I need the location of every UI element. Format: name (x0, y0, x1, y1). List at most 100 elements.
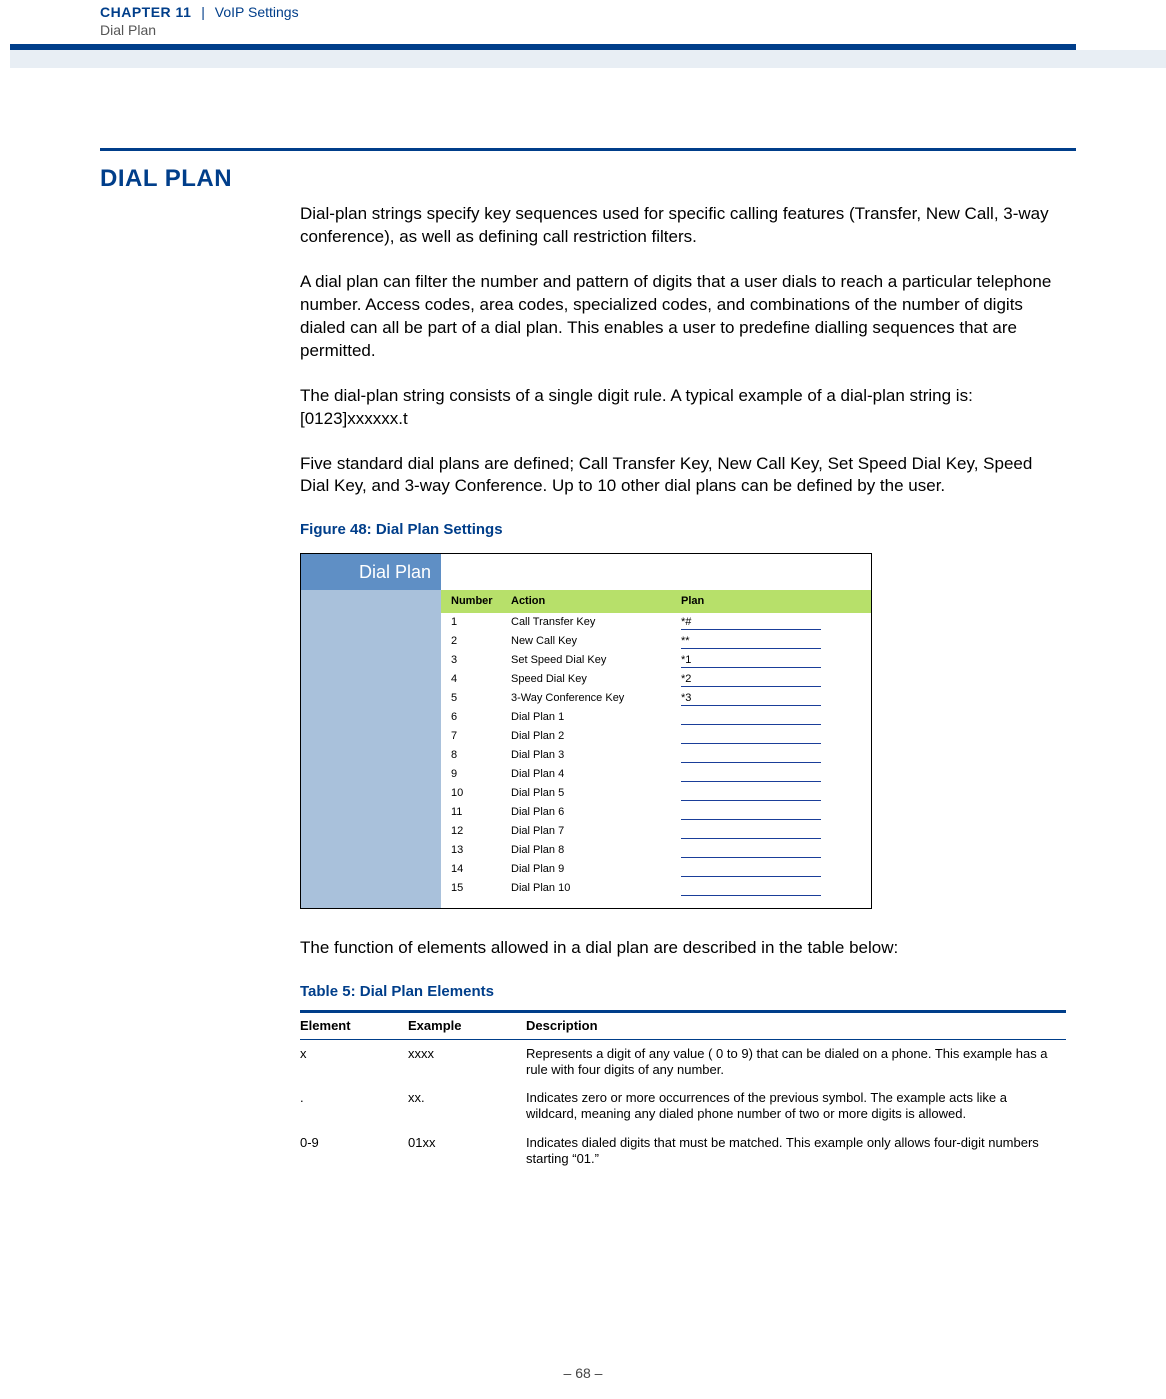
row-action: Dial Plan 1 (511, 710, 681, 725)
row-action: Call Transfer Key (511, 615, 681, 630)
dial-plan-row: 12Dial Plan 7 (441, 822, 871, 841)
dial-plan-row: 1Call Transfer Key (441, 613, 871, 632)
plan-input[interactable] (681, 634, 821, 649)
plan-input[interactable] (681, 805, 821, 820)
header-separator: | (195, 4, 211, 20)
row-plan-cell (681, 729, 871, 744)
row-action: Dial Plan 3 (511, 748, 681, 763)
dial-plan-row: 6Dial Plan 1 (441, 708, 871, 727)
row-number: 1 (441, 615, 511, 630)
dial-plan-row: 2New Call Key (441, 632, 871, 651)
row-number: 6 (441, 710, 511, 725)
col-header-action: Action (511, 594, 681, 609)
col-header-plan: Plan (681, 594, 871, 609)
row-plan-cell (681, 691, 871, 706)
dial-plan-row: 14Dial Plan 9 (441, 860, 871, 879)
dial-plan-row: 13Dial Plan 8 (441, 841, 871, 860)
table-row: xxxxxRepresents a digit of any value ( 0… (300, 1039, 1066, 1084)
dial-plan-row: 53-Way Conference Key (441, 689, 871, 708)
dial-plan-screenshot: Dial Plan Number Action Plan 1Call Trans… (300, 553, 872, 909)
section-rule (100, 148, 1076, 151)
table-row: 0-901xxIndicates dialed digits that must… (300, 1129, 1066, 1174)
col-header-example: Example (408, 1011, 526, 1039)
chapter-label: CHAPTER 11 (100, 4, 191, 20)
row-plan-cell (681, 672, 871, 687)
cell-description: Represents a digit of any value ( 0 to 9… (526, 1039, 1066, 1084)
paragraph-2: A dial plan can filter the number and pa… (300, 271, 1066, 363)
col-header-description: Description (526, 1011, 1066, 1039)
paragraph-3: The dial-plan string consists of a singl… (300, 385, 1066, 431)
dial-plan-row: 3Set Speed Dial Key (441, 651, 871, 670)
plan-input[interactable] (681, 748, 821, 763)
row-number: 5 (441, 691, 511, 706)
cell-description: Indicates dialed digits that must be mat… (526, 1129, 1066, 1174)
chapter-subsection: Dial Plan (100, 20, 1166, 38)
plan-input[interactable] (681, 691, 821, 706)
paragraph-5: The function of elements allowed in a di… (300, 937, 1066, 960)
paragraph-4: Five standard dial plans are defined; Ca… (300, 453, 1066, 499)
row-number: 7 (441, 729, 511, 744)
cell-example: xxxx (408, 1039, 526, 1084)
row-plan-cell (681, 862, 871, 877)
plan-input[interactable] (681, 824, 821, 839)
row-action: Dial Plan 8 (511, 843, 681, 858)
dial-plan-row: 15Dial Plan 10 (441, 879, 871, 898)
row-action: Dial Plan 6 (511, 805, 681, 820)
dial-plan-elements-table: Element Example Description xxxxxReprese… (300, 1010, 1066, 1173)
dial-plan-row: 10Dial Plan 5 (441, 784, 871, 803)
row-action: Set Speed Dial Key (511, 653, 681, 668)
plan-input[interactable] (681, 786, 821, 801)
plan-input[interactable] (681, 729, 821, 744)
plan-input[interactable] (681, 767, 821, 782)
figure-caption: Figure 48: Dial Plan Settings (300, 520, 1066, 540)
plan-input[interactable] (681, 653, 821, 668)
dial-plan-row: 8Dial Plan 3 (441, 746, 871, 765)
panel-title: Dial Plan (301, 554, 441, 590)
row-plan-cell (681, 786, 871, 801)
row-plan-cell (681, 653, 871, 668)
plan-input[interactable] (681, 672, 821, 687)
row-number: 13 (441, 843, 511, 858)
row-plan-cell (681, 710, 871, 725)
plan-input[interactable] (681, 843, 821, 858)
row-action: Dial Plan 9 (511, 862, 681, 877)
row-number: 10 (441, 786, 511, 801)
header-band (10, 50, 1166, 68)
plan-input[interactable] (681, 881, 821, 896)
row-plan-cell (681, 805, 871, 820)
dial-plan-row: 11Dial Plan 6 (441, 803, 871, 822)
row-action: 3-Way Conference Key (511, 691, 681, 706)
row-number: 2 (441, 634, 511, 649)
dial-plan-row: 7Dial Plan 2 (441, 727, 871, 746)
col-header-number: Number (441, 594, 511, 609)
row-action: New Call Key (511, 634, 681, 649)
col-header-element: Element (300, 1011, 408, 1039)
row-plan-cell (681, 843, 871, 858)
cell-example: xx. (408, 1084, 526, 1129)
row-plan-cell (681, 634, 871, 649)
paragraph-1: Dial-plan strings specify key sequences … (300, 203, 1066, 249)
row-action: Speed Dial Key (511, 672, 681, 687)
cell-description: Indicates zero or more occurrences of th… (526, 1084, 1066, 1129)
row-number: 15 (441, 881, 511, 896)
plan-input[interactable] (681, 862, 821, 877)
page-number: – 68 – (0, 1365, 1166, 1381)
plan-input[interactable] (681, 615, 821, 630)
cell-element: . (300, 1084, 408, 1129)
row-number: 14 (441, 862, 511, 877)
row-plan-cell (681, 615, 871, 630)
table-row: .xx.Indicates zero or more occurrences o… (300, 1084, 1066, 1129)
dial-plan-row: 9Dial Plan 4 (441, 765, 871, 784)
row-action: Dial Plan 7 (511, 824, 681, 839)
plan-input[interactable] (681, 710, 821, 725)
dial-plan-row: 4Speed Dial Key (441, 670, 871, 689)
row-number: 4 (441, 672, 511, 687)
page-header: CHAPTER 11 | VoIP Settings Dial Plan (0, 0, 1166, 38)
row-number: 8 (441, 748, 511, 763)
row-number: 11 (441, 805, 511, 820)
row-action: Dial Plan 5 (511, 786, 681, 801)
table-header-row: Number Action Plan (441, 590, 871, 613)
row-plan-cell (681, 881, 871, 896)
row-action: Dial Plan 4 (511, 767, 681, 782)
section-title: DIAL PLAN (100, 165, 1076, 193)
